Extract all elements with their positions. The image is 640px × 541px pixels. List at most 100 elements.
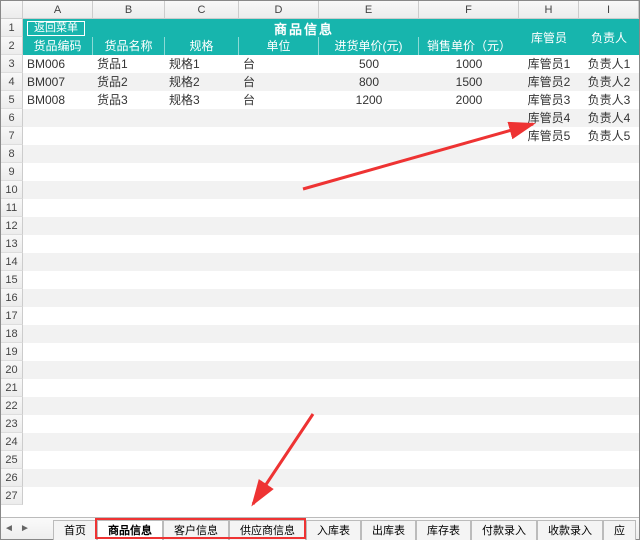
- cell[interactable]: [239, 343, 319, 361]
- cell[interactable]: [23, 109, 93, 127]
- cell[interactable]: [579, 235, 639, 253]
- sheet-tab[interactable]: 出库表: [361, 520, 416, 540]
- cell[interactable]: [419, 127, 519, 145]
- row-header-13[interactable]: 13: [1, 235, 23, 253]
- cell[interactable]: [579, 217, 639, 235]
- row-header-9[interactable]: 9: [1, 163, 23, 181]
- cell[interactable]: [319, 235, 419, 253]
- cell[interactable]: [319, 397, 419, 415]
- table-row[interactable]: BM006货品1规格1台5001000库管员1负责人1: [23, 55, 639, 73]
- sheet-tab[interactable]: 客户信息: [163, 520, 229, 540]
- cell[interactable]: [93, 163, 165, 181]
- cell[interactable]: [23, 307, 93, 325]
- row-header-16[interactable]: 16: [1, 289, 23, 307]
- cell[interactable]: [579, 325, 639, 343]
- table-row[interactable]: [23, 469, 639, 487]
- cell[interactable]: 库管员5: [519, 127, 579, 145]
- cell[interactable]: [319, 361, 419, 379]
- cell[interactable]: [519, 433, 579, 451]
- cell[interactable]: 800: [319, 73, 419, 91]
- cell[interactable]: [519, 307, 579, 325]
- cell[interactable]: [419, 397, 519, 415]
- cell[interactable]: [239, 145, 319, 163]
- cell[interactable]: [239, 181, 319, 199]
- cell[interactable]: [93, 127, 165, 145]
- cell[interactable]: 规格3: [165, 91, 239, 109]
- cell[interactable]: [239, 433, 319, 451]
- cell[interactable]: [579, 343, 639, 361]
- cell[interactable]: [319, 487, 419, 505]
- cell[interactable]: 货品3: [93, 91, 165, 109]
- cell[interactable]: [165, 181, 239, 199]
- cell[interactable]: [579, 379, 639, 397]
- col-header-D[interactable]: D: [239, 1, 319, 18]
- cell[interactable]: [23, 289, 93, 307]
- cell[interactable]: [23, 217, 93, 235]
- cell[interactable]: [319, 145, 419, 163]
- cell[interactable]: [239, 253, 319, 271]
- cell[interactable]: [165, 343, 239, 361]
- cell[interactable]: [319, 127, 419, 145]
- cell[interactable]: 货品1: [93, 55, 165, 73]
- cell[interactable]: [165, 487, 239, 505]
- row-header-4[interactable]: 4: [1, 73, 23, 91]
- cell[interactable]: [93, 307, 165, 325]
- cell[interactable]: [165, 307, 239, 325]
- cell[interactable]: [239, 487, 319, 505]
- cell[interactable]: [419, 253, 519, 271]
- cell[interactable]: [165, 289, 239, 307]
- cell[interactable]: [519, 163, 579, 181]
- cell[interactable]: [23, 487, 93, 505]
- table-row[interactable]: [23, 253, 639, 271]
- cell[interactable]: [579, 145, 639, 163]
- table-row[interactable]: [23, 343, 639, 361]
- row-header-2[interactable]: 2: [1, 37, 23, 55]
- cell[interactable]: [419, 469, 519, 487]
- cell[interactable]: [519, 361, 579, 379]
- cell[interactable]: [165, 217, 239, 235]
- cell[interactable]: [165, 325, 239, 343]
- cell[interactable]: [165, 397, 239, 415]
- cell[interactable]: [239, 361, 319, 379]
- cell[interactable]: [519, 217, 579, 235]
- col-header-E[interactable]: E: [319, 1, 419, 18]
- cell[interactable]: [579, 289, 639, 307]
- table-row[interactable]: [23, 415, 639, 433]
- cell[interactable]: [165, 145, 239, 163]
- row-header-27[interactable]: 27: [1, 487, 23, 505]
- cell[interactable]: [239, 469, 319, 487]
- cell[interactable]: 1500: [419, 73, 519, 91]
- cell[interactable]: [319, 325, 419, 343]
- cell[interactable]: [239, 289, 319, 307]
- cell[interactable]: [93, 451, 165, 469]
- row-header-5[interactable]: 5: [1, 91, 23, 109]
- cell[interactable]: [579, 487, 639, 505]
- row-header-19[interactable]: 19: [1, 343, 23, 361]
- cell[interactable]: [419, 145, 519, 163]
- cell[interactable]: 负责人5: [579, 127, 639, 145]
- row-header-12[interactable]: 12: [1, 217, 23, 235]
- cell[interactable]: [519, 451, 579, 469]
- cell[interactable]: [23, 181, 93, 199]
- cell[interactable]: [419, 433, 519, 451]
- cell[interactable]: [93, 415, 165, 433]
- cell[interactable]: 1000: [419, 55, 519, 73]
- cell[interactable]: [93, 361, 165, 379]
- cell[interactable]: 500: [319, 55, 419, 73]
- tab-nav-next[interactable]: ►: [17, 523, 33, 534]
- cell[interactable]: 规格1: [165, 55, 239, 73]
- cell[interactable]: 货品2: [93, 73, 165, 91]
- col-header-I[interactable]: I: [579, 1, 639, 18]
- cell[interactable]: [93, 397, 165, 415]
- cell[interactable]: [519, 487, 579, 505]
- return-menu-button[interactable]: 返回菜单: [27, 21, 85, 36]
- cell[interactable]: [519, 145, 579, 163]
- cell[interactable]: [419, 109, 519, 127]
- table-row[interactable]: [23, 199, 639, 217]
- cell[interactable]: [319, 343, 419, 361]
- cell[interactable]: [93, 343, 165, 361]
- cell[interactable]: [165, 163, 239, 181]
- sheet-tab[interactable]: 入库表: [306, 520, 361, 540]
- table-row[interactable]: [23, 397, 639, 415]
- row-header-23[interactable]: 23: [1, 415, 23, 433]
